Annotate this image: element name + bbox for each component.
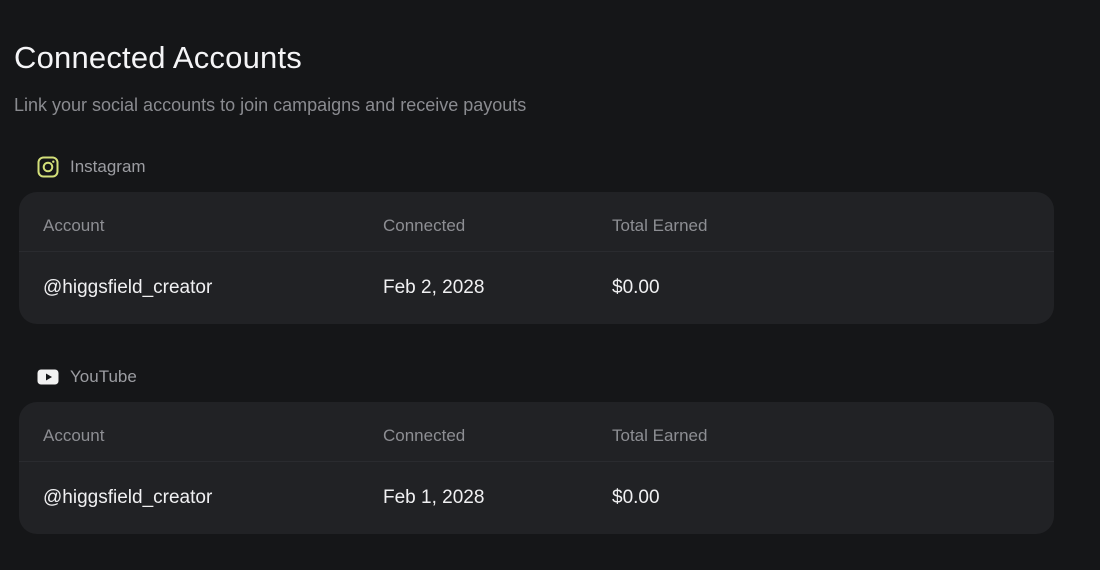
instagram-section: Instagram Account Connected Total Earned… [19,151,1054,324]
column-header-account: Account [43,216,105,235]
section-header-youtube: YouTube [19,361,1054,393]
column-header-total-earned: Total Earned [612,216,708,235]
table-row[interactable]: @higgsfield_creator Feb 1, 2028 $0.00 [19,462,1054,534]
section-label-youtube: YouTube [70,367,137,386]
total-earned-value: $0.00 [612,487,660,508]
account-handle: @higgsfield_creator [43,277,213,298]
column-header-account: Account [43,426,105,445]
page-title: Connected Accounts [14,40,302,75]
connected-accounts-page: Connected Accounts Link your social acco… [0,0,1100,570]
connected-date: Feb 2, 2028 [383,277,485,298]
total-earned-value: $0.00 [612,277,660,298]
youtube-icon [36,365,60,389]
instagram-icon [36,155,60,179]
page-subtitle: Link your social accounts to join campai… [14,95,527,115]
account-handle: @higgsfield_creator [43,487,213,508]
youtube-section: YouTube Account Connected Total Earned @… [19,361,1054,534]
table-header: Account Connected Total Earned [19,192,1054,252]
connected-date: Feb 1, 2028 [383,487,485,508]
section-header-instagram: Instagram [19,151,1054,183]
section-label-instagram: Instagram [70,157,146,176]
column-header-connected: Connected [383,426,466,445]
table-row[interactable]: @higgsfield_creator Feb 2, 2028 $0.00 [19,252,1054,324]
accounts-table-youtube: Account Connected Total Earned @higgsfie… [19,402,1054,534]
accounts-table-instagram: Account Connected Total Earned @higgsfie… [19,192,1054,324]
table-header: Account Connected Total Earned [19,402,1054,462]
column-header-total-earned: Total Earned [612,426,708,445]
column-header-connected: Connected [383,216,466,235]
